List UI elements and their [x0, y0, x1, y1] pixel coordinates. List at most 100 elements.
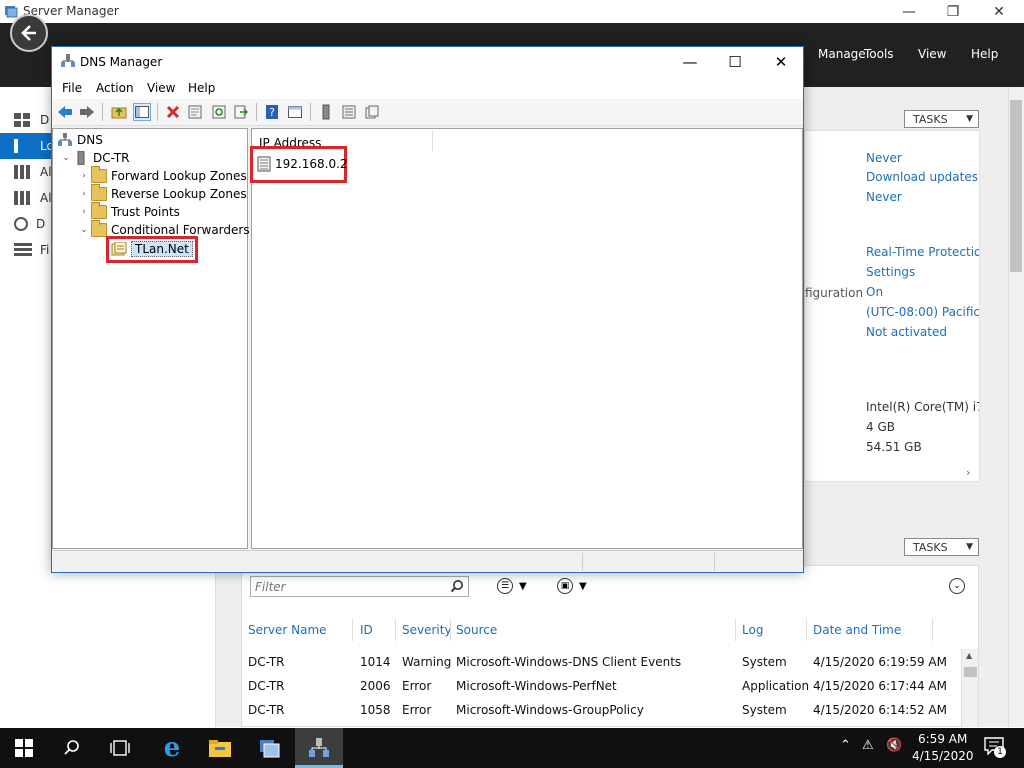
back-icon[interactable]: [56, 103, 74, 121]
column-date-time[interactable]: Date and Time: [813, 623, 901, 637]
chevron-up-icon[interactable]: ⌃: [840, 738, 851, 753]
taskbar-file-explorer[interactable]: [196, 728, 244, 768]
back-arrow-icon[interactable]: [10, 14, 48, 52]
property-value[interactable]: Real-Time Protection:: [866, 245, 979, 259]
tasks-label: TASKS: [913, 112, 948, 126]
collapse-chevron-icon[interactable]: ⌄: [59, 153, 73, 163]
export-list-icon[interactable]: [232, 103, 250, 121]
menu-tools[interactable]: Tools: [864, 47, 894, 61]
start-button[interactable]: [0, 728, 48, 768]
sidebar-item-label: Al: [40, 191, 52, 205]
properties-icon[interactable]: [186, 103, 204, 121]
list-icon: ☰: [497, 578, 513, 594]
column-severity[interactable]: Severity: [402, 623, 452, 637]
cell-log: System: [742, 703, 787, 717]
taskbar-server-manager[interactable]: [246, 728, 294, 768]
collapse-chevron-icon[interactable]: ⌄: [77, 225, 91, 235]
sidebar-item-label: D: [40, 113, 50, 127]
cell-severity: Warning: [402, 655, 452, 669]
taskbar-internet-explorer[interactable]: e: [148, 728, 196, 768]
properties-tasks-button[interactable]: TASKS ▼: [904, 110, 979, 128]
menu-action[interactable]: Action: [96, 81, 134, 95]
dns-maximize-icon[interactable]: ☐: [712, 48, 758, 76]
expand-chevron-icon[interactable]: ⌄: [949, 578, 965, 594]
cell-date-time: 4/15/2020 6:14:52 AM: [813, 703, 947, 717]
menu-manage[interactable]: Manage: [818, 47, 866, 61]
minimize-icon[interactable]: —: [886, 0, 932, 23]
network-warning-icon[interactable]: ⚠: [862, 738, 874, 753]
tree-node-tlan-net[interactable]: TLan.Net: [111, 240, 193, 258]
menu-file[interactable]: File: [62, 81, 82, 95]
property-value[interactable]: Download updates or: [866, 170, 979, 184]
column-source[interactable]: Source: [456, 623, 497, 637]
forward-icon[interactable]: [78, 103, 96, 121]
refresh-icon[interactable]: [210, 103, 228, 121]
property-value[interactable]: On: [866, 285, 979, 299]
folder-icon: [91, 220, 107, 237]
property-value[interactable]: Not activated: [866, 325, 979, 339]
up-folder-icon[interactable]: [110, 103, 128, 121]
column-server-name[interactable]: Server Name: [248, 623, 327, 637]
tree-node-dns[interactable]: DNS: [57, 131, 103, 149]
server-icon: [14, 139, 18, 153]
maximize-icon[interactable]: ❐: [930, 0, 976, 23]
main-scrollbar-thumb[interactable]: [1010, 100, 1022, 272]
menu-help[interactable]: Help: [971, 47, 998, 61]
property-value[interactable]: Never: [866, 190, 979, 204]
records-list-icon[interactable]: [340, 103, 358, 121]
expand-chevron-icon[interactable]: ›: [77, 189, 91, 199]
server-icon[interactable]: [317, 103, 335, 121]
search-button[interactable]: [48, 728, 96, 768]
help-icon[interactable]: ?: [263, 103, 281, 121]
menu-help[interactable]: Help: [188, 81, 215, 95]
zone-icon[interactable]: [363, 103, 381, 121]
chevron-right-icon[interactable]: ›: [966, 466, 970, 479]
close-icon[interactable]: ✕: [976, 0, 1022, 23]
expand-chevron-icon[interactable]: ›: [77, 171, 91, 181]
search-icon[interactable]: [450, 579, 465, 594]
toolbar-separator: [102, 103, 103, 121]
task-view-button[interactable]: [96, 728, 144, 768]
expand-chevron-icon[interactable]: ›: [77, 207, 91, 217]
property-value[interactable]: Never: [866, 151, 979, 165]
menu-view[interactable]: View: [918, 47, 946, 61]
tree-node-trust-points[interactable]: › Trust Points: [77, 202, 180, 221]
cell-log: System: [742, 655, 787, 669]
tree-node-server[interactable]: ⌄ DC-TR: [59, 149, 130, 167]
save-options-button[interactable]: ▣ ▼: [557, 578, 587, 594]
dns-minimize-icon[interactable]: —: [667, 48, 713, 76]
delete-icon[interactable]: [164, 103, 182, 121]
clock-date[interactable]: 4/15/2020: [912, 749, 974, 763]
cell-log: Application: [742, 679, 810, 693]
cell-severity: Error: [402, 679, 432, 693]
folder-icon: [91, 202, 107, 219]
volume-muted-icon[interactable]: 🔇: [886, 738, 902, 753]
events-tasks-button[interactable]: TASKS ▼: [904, 538, 979, 556]
filter-input[interactable]: [255, 579, 445, 595]
tree-node-forward-lookup-zones[interactable]: › Forward Lookup Zones: [77, 166, 247, 185]
tree-node-reverse-lookup-zones[interactable]: › Reverse Lookup Zones: [77, 184, 247, 203]
tree-node-label: DC-TR: [93, 151, 130, 165]
dns-close-icon[interactable]: ✕: [758, 48, 804, 76]
dns-manager-icon: [309, 738, 329, 757]
result-pane: [251, 128, 803, 549]
show-action-pane-icon[interactable]: [286, 103, 304, 121]
property-value[interactable]: Settings: [866, 265, 979, 279]
clock-time[interactable]: 6:59 AM: [918, 732, 967, 746]
menu-view[interactable]: View: [147, 81, 175, 95]
forwarder-zone-icon: [111, 242, 127, 256]
taskbar-dns-manager[interactable]: [295, 728, 343, 768]
events-scrollbar-thumb[interactable]: [964, 667, 977, 677]
column-log[interactable]: Log: [742, 623, 763, 637]
column-divider: [352, 619, 353, 641]
events-scrollbar[interactable]: ▲: [961, 649, 978, 727]
column-divider: [932, 619, 933, 641]
column-id[interactable]: ID: [360, 623, 373, 637]
ip-address-row[interactable]: 192.168.0.2: [256, 155, 348, 173]
tasks-label: TASKS: [913, 540, 948, 554]
property-value[interactable]: (UTC-08:00) Pacific Ti: [866, 305, 979, 319]
property-value: 4 GB: [866, 420, 895, 434]
list-options-button[interactable]: ☰ ▼: [497, 578, 527, 594]
show-console-tree-icon[interactable]: [133, 103, 151, 121]
scroll-up-icon[interactable]: ▲: [966, 651, 972, 660]
